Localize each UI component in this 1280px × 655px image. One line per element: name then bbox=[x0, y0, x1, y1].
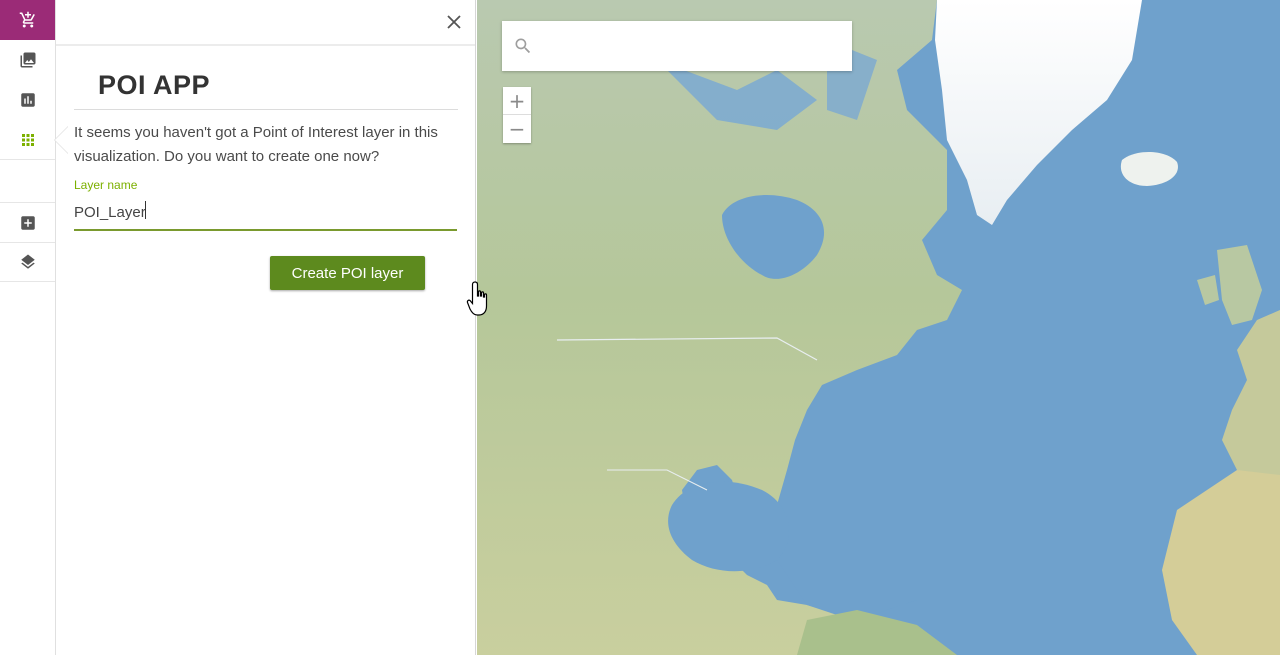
layers-button[interactable] bbox=[0, 242, 55, 282]
icon-rail bbox=[0, 0, 56, 655]
cart-plus-icon bbox=[19, 11, 35, 28]
zoom-control: + − bbox=[503, 87, 531, 143]
hand-cursor-icon bbox=[466, 281, 488, 316]
title-divider bbox=[74, 109, 458, 110]
map-search-input[interactable] bbox=[543, 31, 843, 61]
map-view[interactable]: + − bbox=[477, 0, 1280, 655]
info-message: It seems you haven't got a Point of Inte… bbox=[74, 124, 438, 165]
add-box-icon bbox=[20, 215, 35, 230]
text-caret bbox=[145, 201, 146, 219]
chart-button[interactable] bbox=[0, 80, 55, 120]
layer-name-input[interactable] bbox=[74, 196, 457, 231]
close-button[interactable] bbox=[443, 11, 465, 33]
zoom-in-button[interactable]: + bbox=[503, 87, 531, 115]
gallery-button[interactable] bbox=[0, 40, 55, 80]
cart-plus-button[interactable] bbox=[0, 0, 55, 40]
layer-name-label: Layer name bbox=[74, 178, 138, 192]
map-search-box bbox=[502, 21, 852, 71]
add-button[interactable] bbox=[0, 202, 55, 242]
panel-header bbox=[56, 0, 475, 46]
page-title: POI APP bbox=[98, 70, 211, 100]
close-icon bbox=[447, 15, 461, 29]
layers-icon bbox=[20, 254, 35, 269]
apps-button[interactable] bbox=[0, 120, 55, 160]
bar-chart-icon bbox=[20, 93, 35, 107]
create-poi-layer-button[interactable]: Create POI layer bbox=[270, 256, 425, 290]
apps-grid-icon bbox=[21, 133, 34, 146]
search-icon bbox=[515, 38, 531, 54]
zoom-out-button[interactable]: − bbox=[503, 115, 531, 143]
active-indicator bbox=[55, 127, 68, 153]
gallery-icon bbox=[20, 52, 35, 68]
poi-panel: POI APP It seems you haven't got a Point… bbox=[56, 0, 488, 655]
world-map bbox=[477, 0, 1280, 655]
